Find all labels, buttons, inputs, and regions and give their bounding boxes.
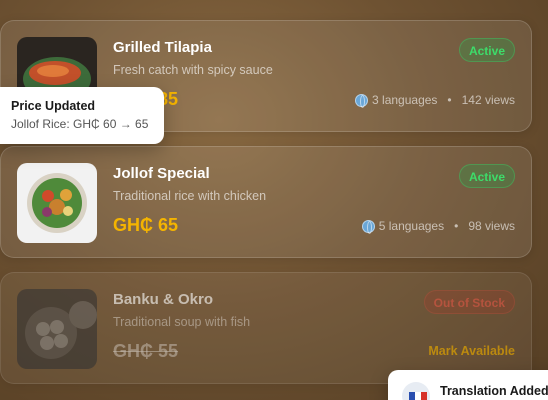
dish-image [17, 163, 97, 243]
separator-dot: • [454, 219, 459, 233]
item-name: Banku & Okro [113, 291, 214, 308]
item-description: Traditional soup with fish [113, 315, 251, 329]
toast-title: Translation Added [440, 384, 548, 398]
price-updated-toast[interactable]: Price Updated Jollof Rice: GH₵ 60 → 65 [0, 87, 164, 144]
item-name: Jollof Special [113, 165, 210, 182]
languages-count: 5 languages [378, 219, 445, 233]
item-price: GH₵ 55 [113, 341, 179, 361]
views-count: 142 views [461, 93, 515, 107]
item-meta: 5 languages • 98 views [361, 219, 515, 234]
item-price: GH₵ 65 [113, 215, 179, 235]
translation-added-toast[interactable]: Translation Added [388, 370, 548, 400]
menu-item-card[interactable]: Banku & Okro Traditional soup with fish … [0, 272, 532, 384]
dish-image [17, 289, 97, 369]
item-name: Grilled Tilapia [113, 39, 212, 56]
status-badge[interactable]: Active [458, 164, 515, 188]
views-count: 98 views [468, 219, 515, 233]
menu-item-card[interactable]: Jollof Special Traditional rice with chi… [0, 146, 532, 258]
item-meta: 3 languages • 142 views [355, 93, 515, 108]
french-flag-icon [402, 382, 430, 400]
globe-icon [361, 219, 375, 234]
toast-title: Price Updated [11, 99, 96, 113]
globe-icon [355, 93, 369, 108]
separator-dot: • [447, 93, 452, 107]
languages-count: 3 languages [372, 93, 438, 107]
toast-body: Jollof Rice: GH₵ 60 → 65 [11, 117, 149, 131]
item-description: Fresh catch with spicy sauce [113, 63, 273, 77]
item-description: Traditional rice with chicken [113, 189, 267, 203]
mark-available-button[interactable]: Mark Available [428, 344, 515, 358]
status-badge[interactable]: Active [458, 38, 515, 62]
status-badge[interactable]: Out of Stock [423, 290, 515, 314]
